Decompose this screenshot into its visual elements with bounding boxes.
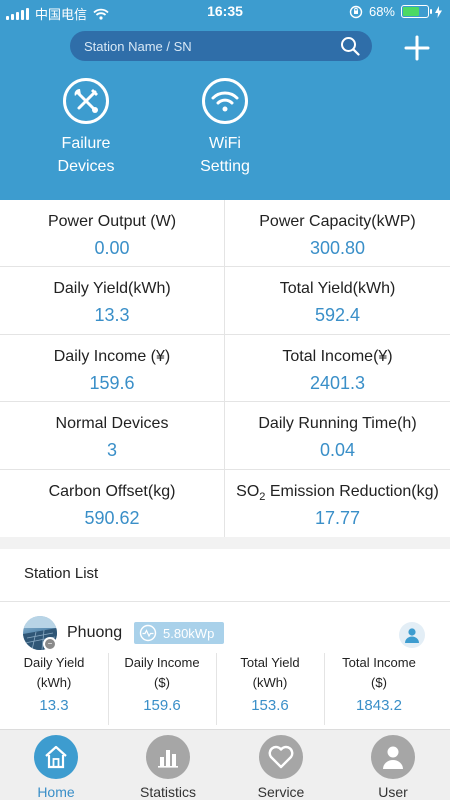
stat-label: Total Income ($) (342, 655, 416, 690)
station-stat-daily-income: Daily Income ($) 159.6 (108, 653, 216, 729)
stat-value: 13.3 (39, 697, 69, 714)
tab-statistics[interactable]: Statistics (118, 735, 218, 800)
metric-label: Daily Income (¥) (53, 347, 171, 365)
normal-devices-cell: Normal Devices 3 (0, 402, 225, 470)
metric-value: 3 (106, 440, 117, 461)
station-list-title: Station List (24, 565, 99, 582)
heart-icon (259, 735, 303, 779)
metric-label: Normal Devices (55, 415, 169, 433)
station-stat-total-income: Total Income ($) 1843.2 (324, 653, 434, 729)
stat-label: Daily Yield (kWh) (23, 655, 85, 690)
power-output-cell: Power Output (W) 0.00 (0, 200, 225, 268)
metric-label: Power Capacity(kWP) (259, 213, 416, 230)
metric-value: 300.80 (309, 238, 366, 258)
total-income-cell: Total Income(¥) 2401.3 (225, 335, 450, 403)
metric-value: 592.4 (314, 305, 361, 326)
bar-chart-icon (146, 735, 190, 779)
metric-label: SO2 Emission Reduction(kg) (236, 482, 439, 503)
owner-user-icon[interactable] (399, 622, 425, 648)
search-bar[interactable] (70, 31, 372, 61)
home-icon (34, 735, 78, 779)
metric-value: 159.6 (89, 372, 135, 393)
station-stat-daily-yield: Daily Yield (kWh) 13.3 (0, 653, 108, 729)
metric-label: Daily Running Time(h) (258, 415, 417, 433)
metric-value: 17.77 (314, 507, 361, 528)
metric-label: Daily Yield(kWh) (53, 280, 171, 298)
capacity-value: 5.80kWp (163, 625, 215, 641)
tab-label: Home (37, 784, 75, 800)
station-stat-total-yield: Total Yield (kWh) 153.6 (216, 653, 324, 729)
wifi-setting-label: WiFi Setting (200, 135, 250, 175)
metric-label: Carbon Offset(kg) (48, 482, 176, 500)
tab-service[interactable]: Service (231, 735, 331, 800)
tab-bar: Home Statistics Service User (0, 729, 450, 800)
metric-label: Power Output (W) (47, 213, 177, 230)
status-indicator-icon: − (43, 637, 57, 651)
add-button[interactable] (402, 33, 432, 63)
metric-value: 13.3 (94, 305, 130, 326)
metric-value: 590.62 (84, 507, 140, 528)
header: 中国电信 16:35 68% Station Name / SN Failure… (0, 0, 450, 200)
divider (0, 601, 450, 602)
wrench-screwdriver-icon (63, 78, 109, 124)
total-yield-cell: Total Yield(kWh) 592.4 (225, 267, 450, 335)
tab-label: User (378, 784, 408, 800)
tab-label: Statistics (139, 784, 196, 800)
tab-home[interactable]: Home (6, 735, 106, 800)
failure-devices-button[interactable]: Failure Devices (36, 78, 136, 178)
wifi-icon (202, 78, 248, 124)
so2-reduction-cell: SO2 Emission Reduction(kg) 17.77 (225, 470, 450, 537)
metric-value: 0.00 (94, 238, 130, 258)
metric-label: Total Income(¥) (282, 347, 393, 365)
metrics-grid: Power Output (W) 0.00 Power Capacity(kWP… (0, 200, 450, 537)
stat-value: 153.6 (251, 697, 289, 714)
search-icon[interactable] (340, 36, 360, 56)
rotation-lock-icon (349, 5, 363, 18)
daily-income-cell: Daily Income (¥) 159.6 (0, 334, 225, 403)
capacity-badge: 5.80kWp (134, 622, 224, 644)
daily-yield-cell: Daily Yield(kWh) 13.3 (0, 267, 225, 335)
tab-user[interactable]: User (343, 735, 443, 800)
carbon-offset-cell: Carbon Offset(kg) 590.62 (0, 469, 225, 537)
wifi-setting-button[interactable]: WiFi Setting (175, 78, 275, 178)
metric-label: Total Yield(kWh) (279, 280, 396, 298)
station-name[interactable]: Phuong (67, 624, 122, 642)
battery-percent: 68% (368, 4, 395, 19)
station-list: Station List − Phuong 5.80kWp Daily Yiel… (0, 549, 450, 729)
status-bar: 中国电信 16:35 68% (0, 0, 450, 24)
stat-label: Total Yield (kWh) (240, 655, 300, 690)
daily-running-time-cell: Daily Running Time(h) 0.04 (225, 402, 450, 470)
metric-value: 2401.3 (309, 372, 366, 393)
search-input[interactable] (84, 38, 324, 54)
gauge-icon (139, 624, 157, 642)
user-icon (371, 735, 415, 779)
stat-value: 1843.2 (356, 697, 402, 714)
battery-icon (401, 5, 432, 18)
charging-icon (435, 5, 442, 18)
tab-label: Service (257, 784, 305, 800)
stat-label: Daily Income ($) (124, 655, 200, 690)
failure-devices-label: Failure Devices (57, 135, 115, 175)
power-capacity-cell: Power Capacity(kWP) 300.80 (225, 200, 450, 268)
metric-value: 0.04 (319, 440, 356, 461)
stat-value: 159.6 (143, 697, 181, 714)
